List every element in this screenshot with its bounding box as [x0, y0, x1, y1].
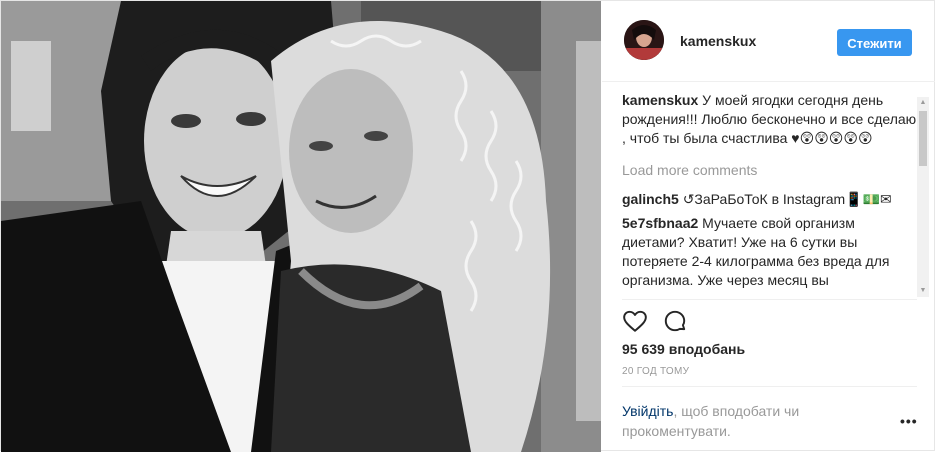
load-more-comments-link[interactable]: Load more comments: [622, 161, 917, 180]
divider: [622, 299, 917, 300]
comments-list: kamenskux У моей ягодки сегодня день рож…: [622, 91, 917, 297]
comment-item: 5e7sfbnaa2 Мучаете свой организм диетами…: [622, 214, 917, 290]
caption-username[interactable]: kamenskux: [622, 92, 698, 108]
divider: [622, 386, 917, 387]
more-options-icon[interactable]: •••: [900, 413, 917, 429]
like-button[interactable]: [622, 308, 648, 334]
header-username[interactable]: kamenskux: [680, 33, 756, 49]
avatar-image: [624, 20, 664, 60]
post-sidebar: kamenskux Стежити kamenskux У моей ягодк…: [602, 1, 935, 452]
scroll-up-arrow-icon[interactable]: ▲: [917, 97, 929, 109]
caption: kamenskux У моей ягодки сегодня день рож…: [622, 91, 917, 148]
login-link[interactable]: Увійдіть: [622, 403, 673, 419]
photo-image: [1, 1, 601, 452]
post-container: kamenskux Стежити kamenskux У моей ягодк…: [0, 0, 935, 452]
likes-count[interactable]: 95 639 вподобань: [622, 341, 745, 357]
comment-username[interactable]: 5e7sfbnaa2: [622, 215, 698, 231]
follow-button[interactable]: Стежити: [837, 29, 912, 56]
comment-button[interactable]: [662, 308, 688, 334]
heart-icon: [623, 310, 647, 332]
comment-icon: [664, 310, 686, 332]
avatar[interactable]: [624, 20, 664, 60]
comment-item: galinch5 ↺ЗаРаБоТоК в Instagram📱💵✉: [622, 190, 917, 209]
comment-text: ↺ЗаРаБоТоК в Instagram📱💵✉: [682, 191, 892, 207]
comment-username[interactable]: galinch5: [622, 191, 679, 207]
post-photo[interactable]: [1, 1, 601, 452]
comments-scrollbar[interactable]: ▲ ▼: [917, 97, 929, 297]
login-prompt: Увійдіть, щоб вподобати чи прокоментуват…: [622, 401, 862, 441]
scrollbar-thumb[interactable]: [919, 111, 927, 166]
scroll-down-arrow-icon[interactable]: ▼: [917, 285, 929, 297]
post-header: kamenskux Стежити: [602, 1, 935, 82]
post-timestamp[interactable]: 20 ГОД ТОМУ: [622, 366, 689, 377]
